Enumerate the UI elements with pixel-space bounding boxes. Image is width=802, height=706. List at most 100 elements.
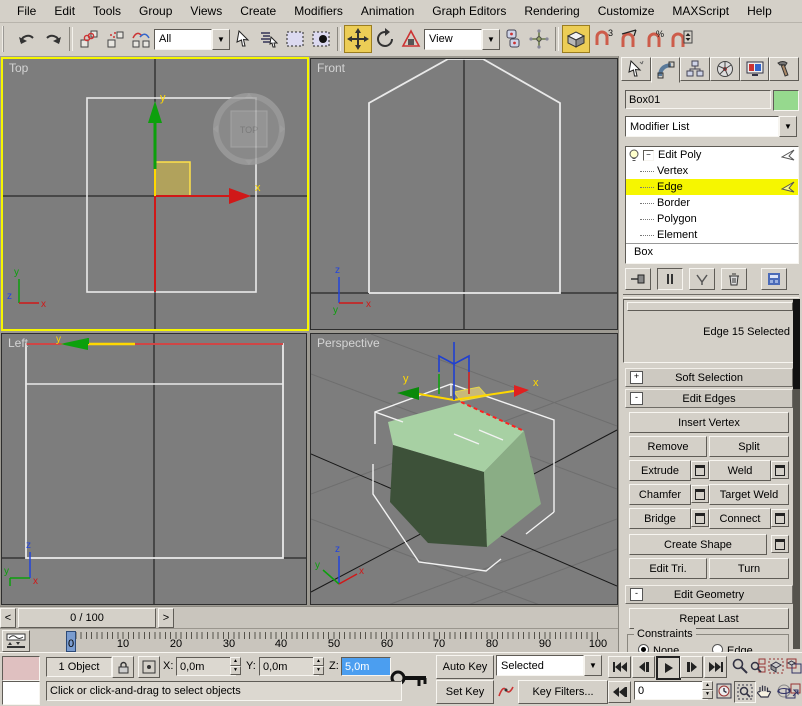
play-animation-button[interactable] [656, 656, 681, 680]
pin-stack-button[interactable] [625, 268, 651, 290]
set-key-button[interactable]: Set Key [436, 680, 494, 704]
zoom-all-button[interactable] [748, 656, 768, 676]
constraint-edge-radio[interactable]: Edge [712, 643, 753, 652]
x-coord-field[interactable]: 0,0m [176, 657, 236, 676]
y-coord-field[interactable]: 0,0m [259, 657, 319, 676]
dropdown-arrow-icon[interactable]: ▼ [584, 655, 602, 676]
percent-snap-toggle-button[interactable]: % [642, 26, 668, 52]
y-coord-spinner[interactable]: ▲▼ [313, 657, 324, 675]
lightbulb-icon[interactable] [628, 149, 640, 162]
key-filters-button[interactable]: Key Filters... [518, 680, 608, 704]
selection-lock-toggle[interactable] [112, 656, 134, 678]
viewport-perspective[interactable]: x y z y x Perspective [310, 333, 618, 605]
select-and-link-button[interactable] [76, 26, 102, 52]
move-gizmo[interactable]: x y [397, 342, 539, 401]
collapse-icon[interactable]: - [630, 588, 643, 601]
weld-button[interactable]: Weld [709, 460, 771, 481]
key-mode-toggle-button[interactable] [608, 681, 631, 703]
selection-filter-dropdown[interactable]: All ▼ [154, 29, 230, 50]
tab-create[interactable] [621, 57, 651, 81]
dropdown-arrow-icon[interactable]: ▼ [482, 29, 500, 50]
rollout-edit-geometry[interactable]: - Edit Geometry [625, 585, 793, 604]
unlink-selection-button[interactable] [102, 26, 128, 52]
stack-row-edge-selected[interactable]: Edge [626, 179, 798, 195]
spinner-up-icon[interactable]: ▲ [702, 681, 713, 690]
snap-3d-toggle-button[interactable]: 3 [590, 26, 616, 52]
extrude-settings-button[interactable] [691, 461, 709, 479]
stack-row-polygon[interactable]: Polygon [626, 211, 798, 227]
object-color-swatch[interactable] [773, 90, 799, 111]
spinner-up-icon[interactable]: ▲ [313, 657, 324, 666]
select-and-manipulate-button[interactable] [526, 26, 552, 52]
object-name-field[interactable]: Box01 [625, 90, 771, 109]
chamfer-settings-button[interactable] [691, 485, 709, 503]
make-unique-button[interactable] [689, 268, 715, 290]
spinner-down-icon[interactable]: ▼ [313, 666, 324, 675]
panel-scrollbar[interactable] [793, 299, 800, 649]
menu-maxscript[interactable]: MAXScript [663, 4, 738, 18]
bridge-settings-button[interactable] [691, 509, 709, 527]
dropdown-arrow-icon[interactable]: ▼ [779, 116, 797, 137]
go-to-start-button[interactable] [608, 656, 631, 678]
constraint-none-radio[interactable]: None [638, 643, 679, 652]
show-end-result-button[interactable] [657, 268, 683, 290]
tab-hierarchy[interactable] [680, 57, 710, 81]
bind-to-space-warp-button[interactable] [128, 26, 154, 52]
stack-row-edit-poly[interactable]: − Edit Poly [626, 147, 798, 163]
viewport-left[interactable]: y z y x Left [1, 333, 307, 605]
extrude-button[interactable]: Extrude [629, 460, 691, 481]
pan-view-button[interactable] [754, 681, 774, 701]
go-to-end-button[interactable] [704, 656, 727, 678]
previous-frame-arrow[interactable]: < [0, 608, 16, 628]
menu-views[interactable]: Views [181, 4, 231, 18]
menu-file[interactable]: File [8, 4, 45, 18]
open-mini-curve-editor-button[interactable] [2, 630, 30, 652]
rectangular-selection-region-button[interactable] [282, 26, 308, 52]
x-coord-spinner[interactable]: ▲▼ [230, 657, 241, 675]
insert-vertex-button[interactable]: Insert Vertex [629, 412, 789, 433]
menu-graph-editors[interactable]: Graph Editors [423, 4, 515, 18]
menu-modifiers[interactable]: Modifiers [285, 4, 352, 18]
create-shape-settings-button[interactable] [771, 535, 789, 553]
zoom-button[interactable] [730, 656, 750, 676]
edit-tri-button[interactable]: Edit Tri. [629, 558, 707, 579]
redo-button[interactable] [40, 26, 66, 52]
menu-customize[interactable]: Customize [589, 4, 664, 18]
next-frame-button[interactable] [680, 656, 703, 678]
menu-tools[interactable]: Tools [84, 4, 130, 18]
collapse-icon[interactable]: - [630, 392, 643, 405]
menu-rendering[interactable]: Rendering [515, 4, 588, 18]
reference-coordinate-system-dropdown[interactable]: View ▼ [424, 29, 500, 50]
spinner-up-icon[interactable]: ▲ [230, 657, 241, 666]
select-and-move-button[interactable] [344, 25, 372, 53]
previous-frame-button[interactable] [632, 656, 655, 678]
view-rotation-gizmo[interactable]: TOP [213, 93, 285, 165]
select-object-button[interactable] [230, 26, 256, 52]
remove-modifier-button[interactable] [721, 268, 747, 290]
viewport-top[interactable]: y x TOP y x z Top [1, 57, 309, 331]
expand-icon[interactable]: + [630, 371, 643, 384]
gizmo-x-arrow[interactable] [229, 188, 251, 204]
time-configuration-button[interactable] [714, 681, 734, 701]
z-coord-field-selected[interactable]: 5,0m [341, 657, 391, 676]
use-pivot-point-center-button[interactable] [500, 26, 526, 52]
tab-utilities[interactable] [769, 57, 799, 81]
connect-settings-button[interactable] [771, 509, 789, 527]
tab-motion[interactable] [710, 57, 740, 81]
zoom-extents-all-button[interactable] [784, 656, 802, 676]
panel-scrollbar-thumb[interactable] [793, 299, 800, 389]
remove-button[interactable]: Remove [629, 436, 707, 457]
menu-animation[interactable]: Animation [352, 4, 423, 18]
selection-set-dropdown[interactable]: Selected ▼ [496, 655, 602, 676]
maxscript-mini-listener-pink[interactable] [2, 656, 40, 681]
chamfer-button[interactable]: Chamfer [629, 484, 691, 505]
stack-row-box[interactable]: Box [626, 243, 798, 260]
window-crossing-button[interactable] [308, 26, 334, 52]
frame-spinner[interactable]: ▲▼ [702, 681, 713, 699]
field-of-view-region-zoom-button[interactable] [734, 681, 756, 703]
select-and-rotate-button[interactable] [372, 26, 398, 52]
track-bar-ruler[interactable]: 0 10 20 30 40 50 60 70 80 90 100 [32, 631, 614, 651]
time-slider-handle[interactable]: 0 / 100 [18, 608, 156, 628]
stack-row-element[interactable]: Element [626, 227, 798, 243]
tab-modify[interactable] [651, 57, 681, 83]
